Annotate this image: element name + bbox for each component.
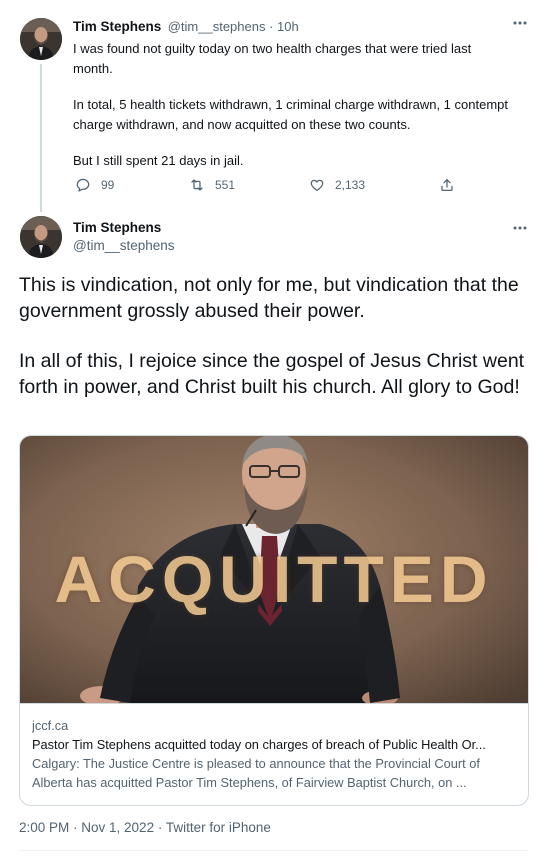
tweet1-paragraph-3: But I still spent 21 days in jail.	[73, 153, 244, 168]
more-options-tweet1[interactable]	[511, 14, 529, 37]
avatar-image	[20, 216, 62, 258]
tweet2-text: This is vindication, not only for me, bu…	[19, 273, 531, 400]
card-image: ACQUITTED	[20, 436, 528, 703]
thread-connector-line	[40, 64, 42, 212]
card-description-line2: Alberta has acquitted Pastor Tim Stephen…	[32, 775, 467, 790]
tweet-timestamp[interactable]: 2:00 PM · Nov 1, 2022 · Twitter for iPho…	[19, 820, 271, 835]
tweet2-paragraph-2: In all of this, I rejoice since the gosp…	[19, 350, 525, 398]
handle-and-time: @tim__stephens · 10h	[167, 19, 299, 34]
card-text-block: jccf.ca Pastor Tim Stephens acquitted to…	[32, 716, 518, 792]
like-icon	[310, 179, 324, 191]
card-overlay-text: ACQUITTED	[54, 542, 494, 616]
avatar-tweet1[interactable]	[20, 18, 62, 60]
retweet-icon	[191, 179, 203, 191]
card-divider	[20, 703, 528, 704]
card-description-line1: Calgary: The Justice Centre is pleased t…	[32, 756, 480, 771]
more-icon	[513, 226, 527, 230]
more-icon	[513, 21, 527, 25]
tweet1-text: I was found not guilty today on two heal…	[73, 39, 513, 171]
display-name[interactable]: Tim Stephens	[73, 19, 161, 34]
display-name[interactable]: Tim Stephens	[73, 220, 161, 235]
retweet-count: 551	[215, 178, 236, 192]
reply-button[interactable]: 99	[75, 177, 114, 193]
bottom-divider	[19, 850, 529, 851]
share-button[interactable]	[439, 177, 455, 193]
reply-count: 99	[101, 178, 115, 192]
reply-icon	[76, 178, 90, 192]
tweet1-header: Tim Stephens @tim__stephens · 10h	[73, 18, 299, 36]
tweet1-paragraph-2: In total, 5 health tickets withdrawn, 1 …	[73, 97, 508, 132]
tweet1-paragraph-1: I was found not guilty today on two heal…	[73, 41, 472, 76]
more-options-tweet2[interactable]	[511, 219, 529, 242]
like-button[interactable]: 2,133	[309, 177, 365, 193]
like-count: 2,133	[335, 178, 366, 192]
tweet2-paragraph-1: This is vindication, not only for me, bu…	[19, 274, 519, 322]
share-icon	[441, 179, 453, 191]
card-domain: jccf.ca	[32, 718, 69, 733]
avatar-image	[20, 18, 62, 60]
avatar-tweet2[interactable]	[20, 216, 62, 258]
link-preview-card[interactable]: ACQUITTED jccf.ca Pastor Tim Stephens ac…	[19, 435, 529, 806]
handle[interactable]: @tim__stephens	[73, 238, 175, 253]
retweet-button[interactable]: 551	[189, 177, 235, 193]
card-title: Pastor Tim Stephens acquitted today on c…	[32, 737, 486, 752]
